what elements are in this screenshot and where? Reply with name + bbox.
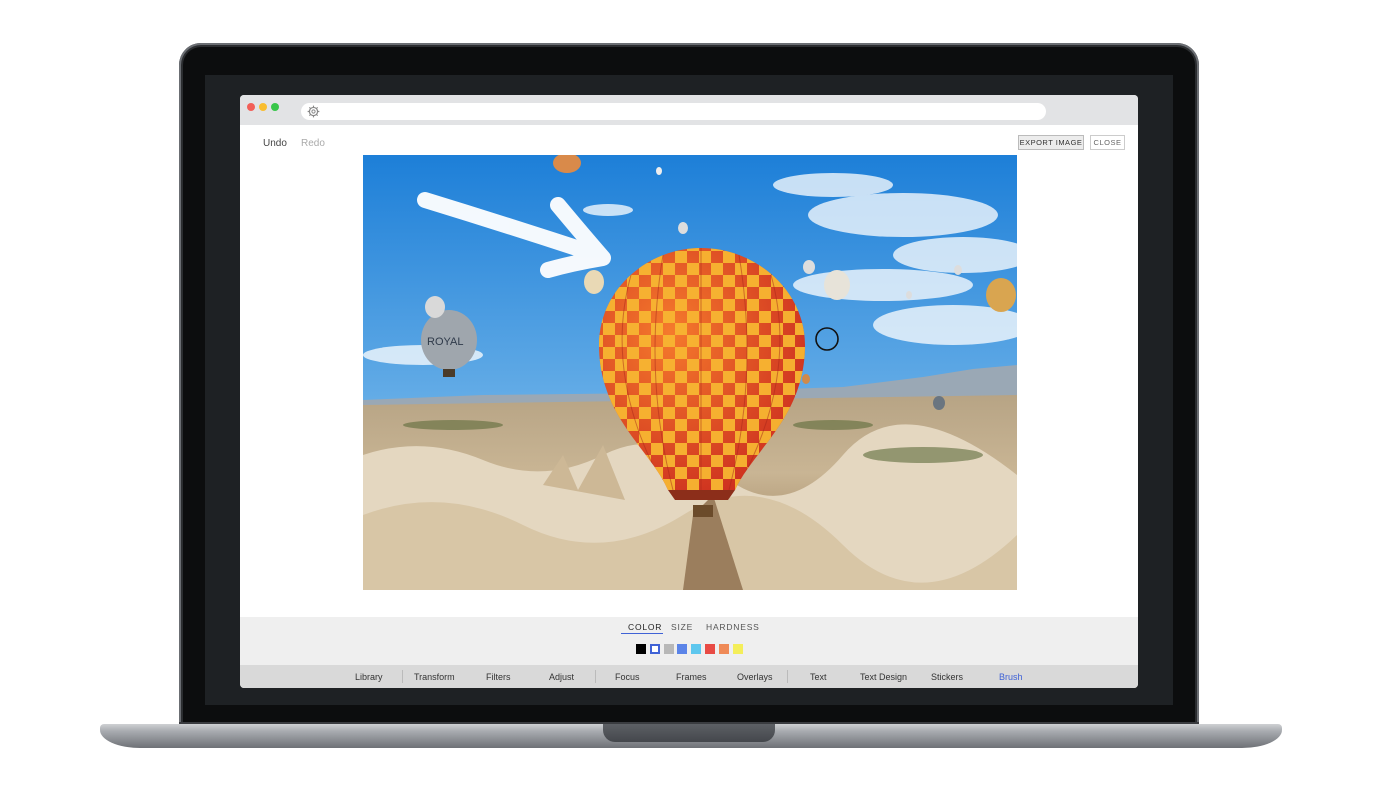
active-tab-indicator [621,633,663,634]
tool-transform[interactable]: Transform [414,672,455,682]
laptop-notch [603,724,775,742]
tool-frames[interactable]: Frames [676,672,707,682]
tool-library[interactable]: Library [355,672,383,682]
tool-text-design[interactable]: Text Design [860,672,907,682]
tab-size[interactable]: SIZE [671,622,693,632]
url-bar[interactable] [301,103,1046,120]
close-window-icon[interactable] [247,103,255,111]
editor-window: Undo Redo EXPORT IMAGE CLOSE ROYAL COLOR… [240,95,1138,688]
brush-options-panel: COLOR SIZE HARDNESS [240,617,1138,665]
tools-bar: Library Transform Filters Adjust Focus Frames… [240,665,1138,688]
editor-canvas-area: Undo Redo EXPORT IMAGE CLOSE ROYAL [240,125,1138,617]
tool-filters[interactable]: Filters [486,672,511,682]
maximize-window-icon[interactable] [271,103,279,111]
svg-text:ROYAL: ROYAL [427,336,463,348]
tool-divider [402,670,403,683]
color-swatch[interactable] [663,644,674,654]
color-swatch[interactable] [718,644,729,654]
tool-adjust[interactable]: Adjust [549,672,574,682]
color-swatch[interactable] [705,644,715,654]
tool-focus[interactable]: Focus [615,672,640,682]
tab-color[interactable]: COLOR [628,622,662,632]
photo-canvas[interactable]: ROYAL [363,155,1017,590]
tool-brush[interactable]: Brush [999,672,1023,682]
tab-hardness[interactable]: HARDNESS [706,622,760,632]
color-swatch[interactable] [691,644,702,654]
close-button[interactable]: CLOSE [1090,135,1125,150]
export-image-button[interactable]: EXPORT IMAGE [1018,135,1084,150]
color-swatch[interactable] [636,644,646,654]
color-swatch[interactable] [732,644,743,654]
color-swatch[interactable] [649,644,660,654]
tool-text[interactable]: Text [810,672,827,682]
tool-overlays[interactable]: Overlays [737,672,773,682]
undo-button[interactable]: Undo [263,138,287,149]
redo-button[interactable]: Redo [301,138,325,149]
tool-divider [787,670,788,683]
settings-gear-icon [307,105,320,118]
hot-air-balloon-photo[interactable]: ROYAL [363,155,1017,590]
minimize-window-icon[interactable] [259,103,267,111]
tool-stickers[interactable]: Stickers [931,672,963,682]
browser-titlebar [240,95,1138,125]
tool-divider [595,670,596,683]
color-swatch[interactable] [677,644,688,654]
